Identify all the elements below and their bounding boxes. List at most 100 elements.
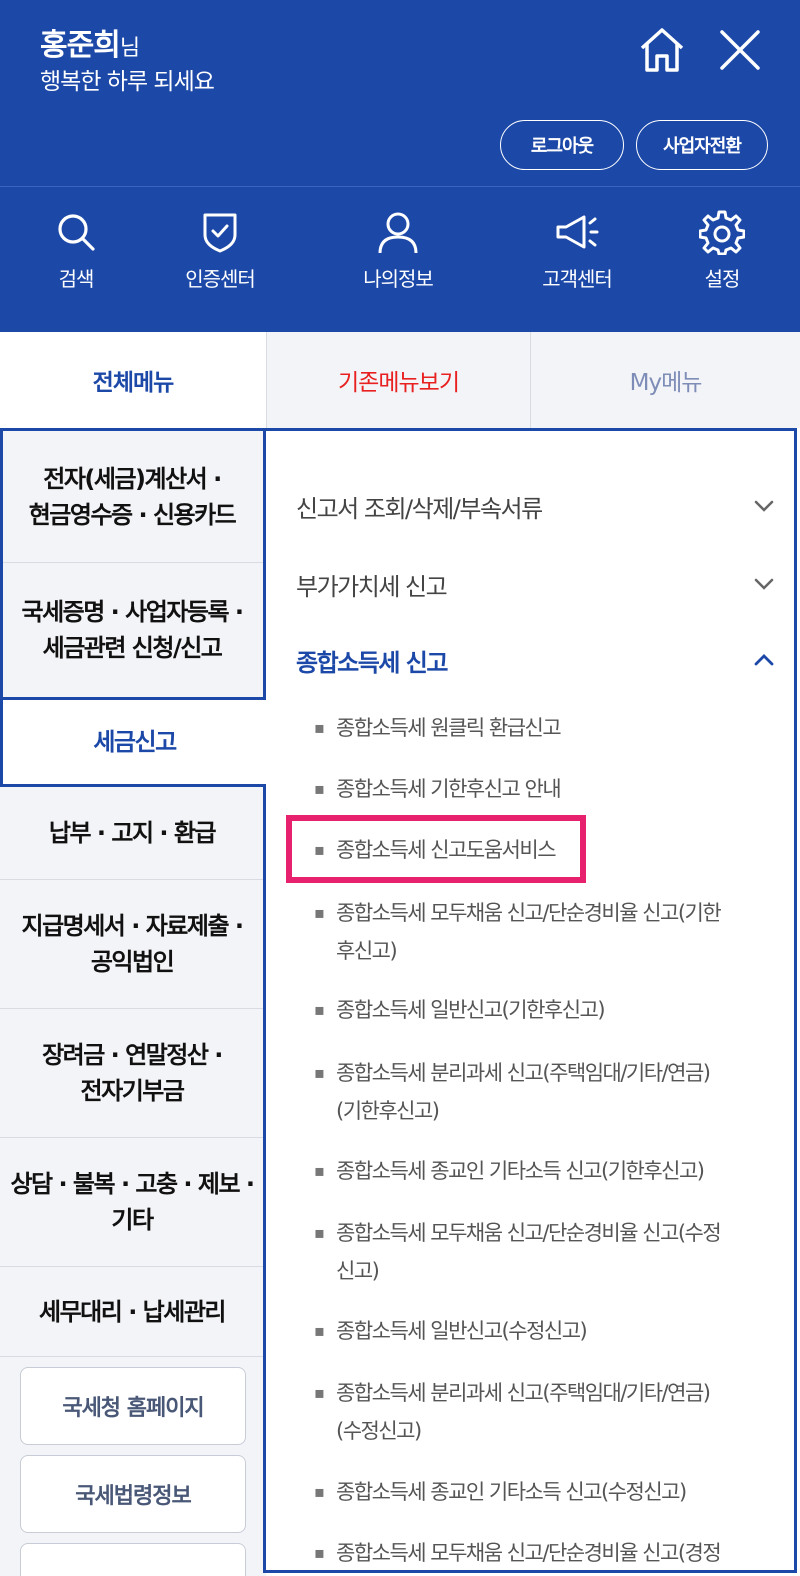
side-button-partial[interactable] (20, 1543, 246, 1576)
submenu-label: 종합소득세 일반신고(수정신고) (336, 1319, 588, 1343)
quick-nav-label: 나의정보 (363, 267, 434, 291)
megaphone-icon (556, 215, 599, 249)
close-icon[interactable] (714, 24, 766, 76)
submenu-label: 종합소득세 신고도움서비스 (336, 838, 557, 862)
category-label: 납부 · 고지 · 환급 (48, 819, 217, 847)
submenu-label: (기한후신고) (336, 1099, 440, 1123)
category-label: 장려금 · 연말정산 · (42, 1041, 223, 1069)
submenu-label: 신고) (336, 1259, 380, 1283)
category-incentives[interactable]: 장려금 · 연말정산 · 전자기부금 (0, 1009, 264, 1138)
bullet: ▪ (314, 840, 325, 859)
submenu-item[interactable]: ▪ 종합소득세 종교인 기타소득 신고(수정신고) (314, 1473, 754, 1511)
submenu-label: 종합소득세 원클릭 환급신고 (336, 716, 562, 740)
bullet: ▪ (314, 779, 325, 798)
home-icon[interactable] (636, 24, 688, 76)
bullet: ▪ (314, 1000, 325, 1019)
submenu-label: 종합소득세 분리과세 신고(주택임대/기타/연금) (336, 1381, 711, 1405)
submenu-label: 종합소득세 분리과세 신고(주택임대/기타/연금) (336, 1061, 711, 1085)
logout-button[interactable]: 로그아웃 (500, 120, 624, 170)
category-consultation[interactable]: 상담 · 불복 · 고충 · 제보 · 기타 (0, 1138, 264, 1267)
bullet: ▪ (314, 1223, 325, 1242)
accordion-vat[interactable]: 부가가치세 신고 (296, 564, 776, 604)
top-header: 홍준희님 행복한 하루 되세요 로그아웃 사업자전환 (0, 0, 800, 186)
quick-nav-customer-center[interactable]: 고객센터 (507, 209, 647, 292)
user-suffix: 님 (119, 36, 140, 61)
category-label: 세금관련 신청/신고 (42, 634, 223, 662)
category-label: 공익법인 (90, 948, 175, 976)
category-payment[interactable]: 납부 · 고지 · 환급 (0, 787, 264, 880)
category-label: 현금영수증 · 신용카드 (28, 500, 237, 529)
business-switch-button[interactable]: 사업자전환 (636, 120, 768, 170)
gear-icon (699, 210, 745, 255)
chevron-down-icon (754, 500, 774, 512)
search-icon (58, 214, 95, 251)
tab-my-menu[interactable]: My메뉴 (531, 332, 800, 428)
quick-nav-auth-center[interactable]: 인증센터 (150, 209, 290, 292)
person-icon (378, 212, 418, 254)
submenu-item-help-service[interactable]: ▪ 종합소득세 신고도움서비스 (314, 831, 754, 869)
quick-nav-my-info[interactable]: 나의정보 (328, 209, 468, 292)
quick-nav-label: 인증센터 (185, 267, 256, 291)
category-statements[interactable]: 지급명세서 · 자료제출 · 공익법인 (0, 880, 264, 1009)
bullet: ▪ (314, 903, 325, 922)
submenu-panel: 신고서 조회/삭제/부속서류 부가가치세 신고 종합소득세 신고 ▪ 종합소득세 … (263, 428, 797, 1573)
tax-law-info-button[interactable]: 국세법령정보 (20, 1455, 246, 1533)
submenu-item[interactable]: ▪ 종합소득세 분리과세 신고(주택임대/기타/연금) (기한후신고) (314, 1054, 754, 1130)
submenu-item[interactable]: ▪ 종합소득세 일반신고(기한후신고) (314, 991, 754, 1029)
quick-nav-label: 검색 (58, 267, 95, 291)
category-label: 기타 (111, 1206, 154, 1234)
user-name: 홍준희님 (40, 28, 140, 63)
chevron-down-icon (754, 578, 774, 590)
category-tax-agent[interactable]: 세무대리 · 납세관리 (0, 1267, 264, 1357)
submenu-label: 종합소득세 기한후신고 안내 (336, 777, 562, 801)
accordion-income-tax[interactable]: 종합소득세 신고 (296, 640, 776, 680)
category-e-invoice[interactable]: 전자(세금)계산서 · 현금영수증 · 신용카드 (0, 431, 264, 563)
submenu-item[interactable]: ▪ 종합소득세 원클릭 환급신고 (314, 709, 754, 747)
quick-nav: 검색 인증센터 나의정보 고객센터 설정 (0, 186, 800, 332)
category-label: 전자(세금)계산서 · (43, 464, 222, 493)
submenu-item[interactable]: ▪ 종합소득세 분리과세 신고(주택임대/기타/연금) (수정신고) (314, 1374, 754, 1450)
bullet: ▪ (314, 1321, 325, 1340)
category-label: 상담 · 불복 · 고충 · 제보 · (10, 1170, 255, 1198)
quick-nav-label: 설정 (704, 267, 741, 291)
bullet: ▪ (314, 1482, 325, 1501)
submenu-label: 종합소득세 모두채움 신고/단순경비율 신고(기한 (336, 901, 722, 925)
submenu-label: 종합소득세 종교인 기타소득 신고(기한후신고) (336, 1159, 705, 1183)
tab-legacy-menu[interactable]: 기존메뉴보기 (266, 332, 531, 428)
submenu-label: (수정신고) (336, 1419, 422, 1443)
menu-tabs: 전체메뉴 기존메뉴보기 My메뉴 (0, 332, 800, 428)
bullet: ▪ (314, 1063, 325, 1082)
bullet: ▪ (314, 1383, 325, 1402)
category-label: 세무대리 · 납세관리 (39, 1297, 226, 1326)
submenu-label: 종합소득세 모두채움 신고/단순경비율 신고(수정 (336, 1221, 722, 1245)
submenu-item[interactable]: ▪ 종합소득세 모두채움 신고/단순경비율 신고(경정 (314, 1534, 754, 1570)
category-label: 전자기부금 (80, 1077, 185, 1105)
accordion-label: 부가가치세 신고 (296, 572, 448, 601)
submenu-item[interactable]: ▪ 종합소득세 모두채움 신고/단순경비율 신고(수정신고) (314, 1214, 754, 1290)
nts-homepage-button[interactable]: 국세청 홈페이지 (20, 1367, 246, 1445)
category-label: 지급명세서 · 자료제출 · (21, 912, 244, 940)
submenu-label: 종합소득세 일반신고(기한후신고) (336, 998, 606, 1022)
accordion-report-lookup[interactable]: 신고서 조회/삭제/부속서류 (296, 486, 776, 526)
quick-nav-search[interactable]: 검색 (6, 209, 146, 292)
quick-nav-settings[interactable]: 설정 (652, 209, 792, 292)
submenu-item[interactable]: ▪ 종합소득세 모두채움 신고/단순경비율 신고(기한후신고) (314, 894, 754, 970)
chevron-up-icon (754, 654, 774, 666)
submenu-item[interactable]: ▪ 종합소득세 일반신고(수정신고) (314, 1312, 754, 1350)
submenu-label: 종합소득세 종교인 기타소득 신고(수정신고) (336, 1480, 687, 1504)
category-tax-filing[interactable]: 세금신고 (0, 697, 266, 787)
submenu-label: 후신고) (336, 939, 398, 963)
shield-check-icon (203, 213, 237, 253)
category-certificates[interactable]: 국세증명 · 사업자등록 · 세금관련 신청/신고 (0, 563, 264, 698)
category-label: 국세증명 · 사업자등록 · (21, 598, 244, 626)
category-label: 세금신고 (93, 728, 177, 756)
submenu-item[interactable]: ▪ 종합소득세 기한후신고 안내 (314, 770, 754, 808)
accordion-label: 종합소득세 신고 (296, 648, 448, 677)
bullet: ▪ (314, 1161, 325, 1180)
bullet: ▪ (314, 1543, 325, 1562)
greeting-text: 행복한 하루 되세요 (40, 69, 215, 95)
accordion-label: 신고서 조회/삭제/부속서류 (296, 494, 543, 523)
tab-all-menu[interactable]: 전체메뉴 (0, 332, 266, 428)
bullet: ▪ (314, 718, 325, 737)
submenu-item[interactable]: ▪ 종합소득세 종교인 기타소득 신고(기한후신고) (314, 1152, 754, 1190)
